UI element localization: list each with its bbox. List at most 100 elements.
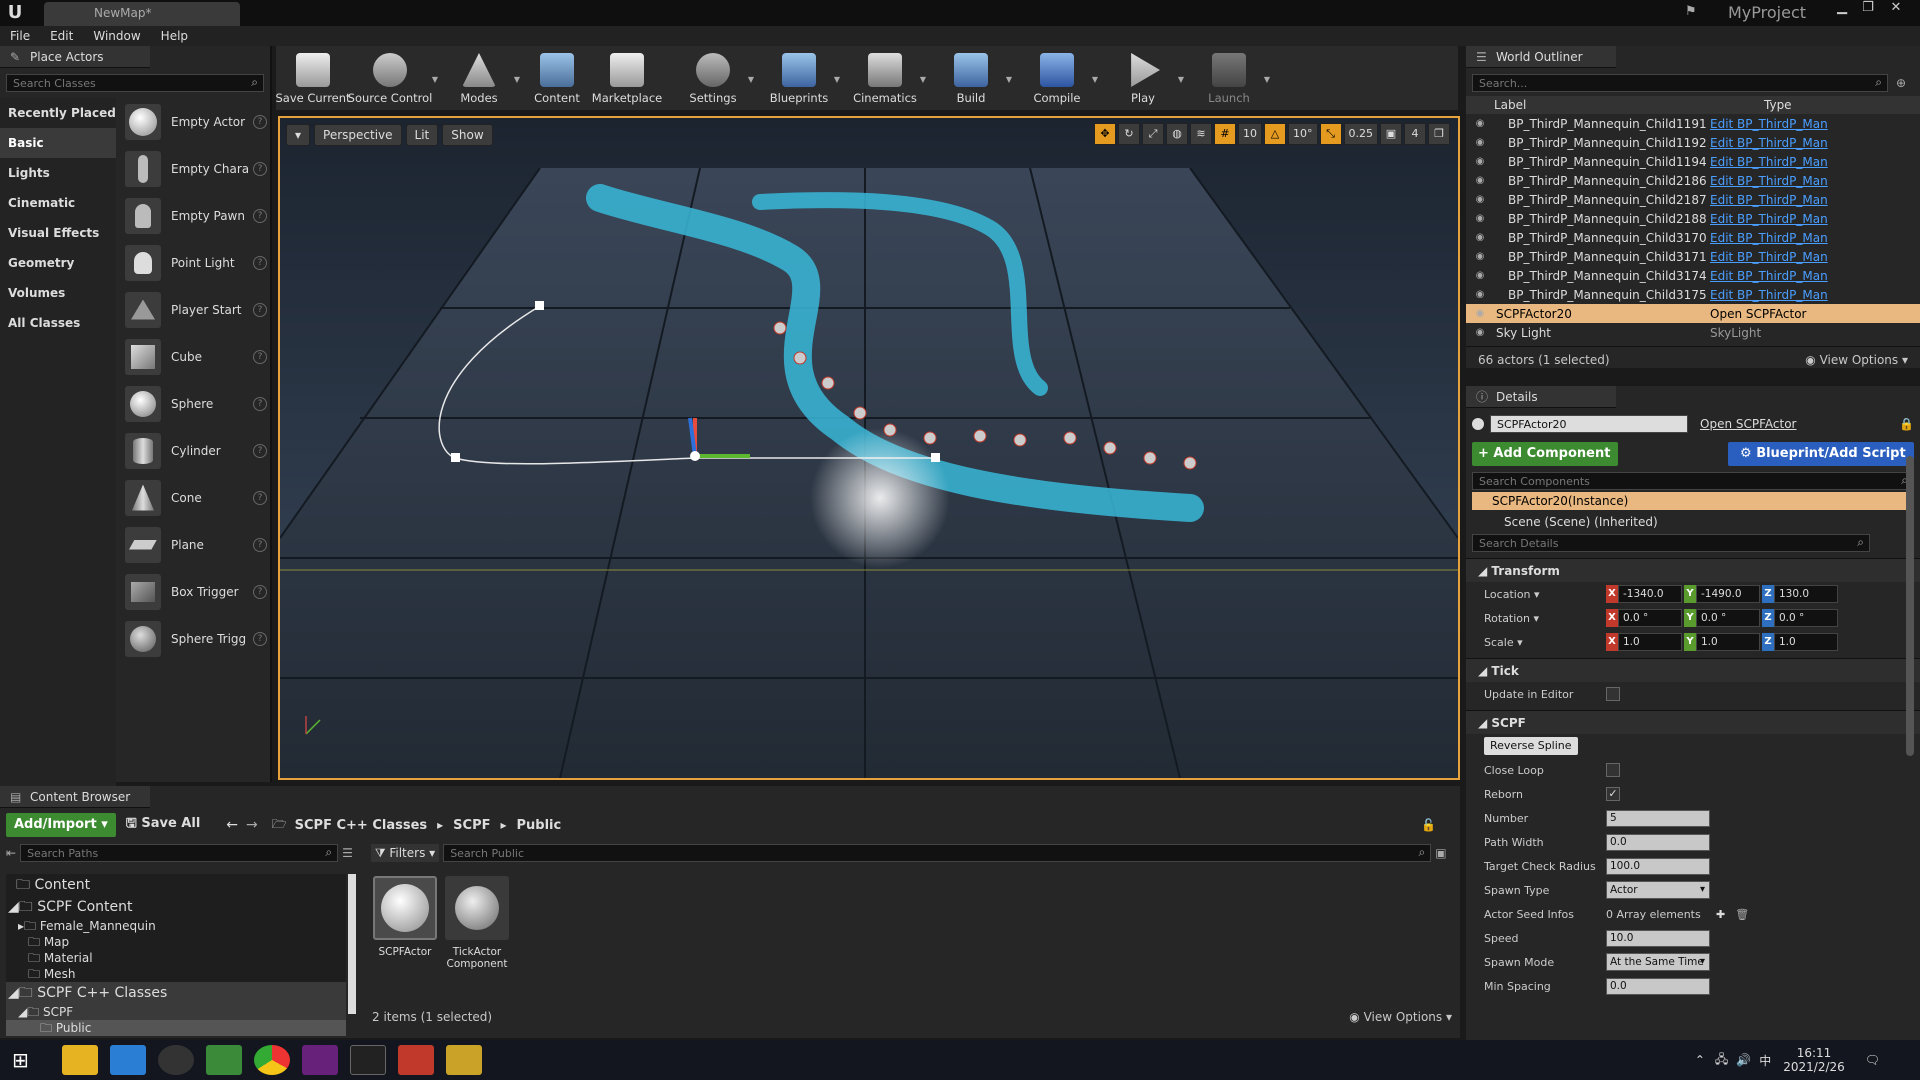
row-type-link[interactable]: Edit BP_ThirdP_Man [1710, 136, 1830, 150]
camera-speed-value[interactable]: 4 [1404, 123, 1426, 145]
outliner-row[interactable]: ◉ BP_ThirdP_Mannequin_Child2188 Edit BP_Th… [1466, 209, 1920, 228]
eye-icon[interactable]: ◉ [1472, 213, 1488, 224]
notepad-icon[interactable] [206, 1045, 242, 1075]
maximize-icon[interactable]: ❐ [1856, 0, 1880, 18]
add-element-icon[interactable]: ✚ [1716, 908, 1725, 921]
category-basic[interactable]: Basic [0, 128, 116, 158]
col-type[interactable]: Type [1764, 98, 1792, 112]
translate-icon[interactable]: ✥ [1094, 123, 1116, 145]
save-current-button[interactable]: Save Current [275, 47, 351, 109]
transform-section[interactable]: ◢ Transform [1466, 558, 1920, 582]
add-import-button[interactable]: Add/Import ▾ [6, 813, 116, 837]
help-icon[interactable]: ? [253, 631, 267, 646]
compile-button[interactable]: Compile ▼ [1022, 47, 1098, 109]
eye-icon[interactable]: ◉ [1472, 175, 1488, 186]
scpf-section[interactable]: ◢ SCPF [1466, 710, 1920, 734]
blueprints-button[interactable]: Blueprints ▼ [764, 47, 840, 109]
actor-item[interactable]: Plane? [118, 521, 270, 568]
actor-item[interactable]: Cylinder? [118, 427, 270, 474]
category-visual-effects[interactable]: Visual Effects [0, 218, 116, 248]
speaker-icon[interactable]: 🔊 [1736, 1053, 1751, 1067]
tree-item-content[interactable]: 🗀 Content [6, 874, 346, 896]
actor-item[interactable]: Cube? [118, 333, 270, 380]
eye-icon[interactable]: ◉ [1472, 308, 1488, 319]
scale-z-field[interactable]: 1.0 [1774, 633, 1838, 651]
cinematics-button[interactable]: Cinematics ▼ [850, 47, 926, 109]
breadcrumb-scpf[interactable]: SCPF [453, 818, 490, 833]
tree-item-mesh[interactable]: 🗀 Mesh [6, 966, 346, 982]
scale-icon[interactable]: ⤢ [1142, 123, 1164, 145]
reborn-checkbox[interactable]: ✓ [1606, 787, 1620, 801]
outliner-row[interactable]: ◉ Sky Light SkyLight [1466, 323, 1920, 342]
row-type-link[interactable]: Edit BP_ThirdP_Man [1710, 193, 1830, 207]
help-icon[interactable]: ? [253, 255, 267, 270]
row-type-link[interactable]: Edit BP_ThirdP_Man [1710, 269, 1830, 283]
app-icon[interactable] [446, 1045, 482, 1075]
actor-item[interactable]: Point Light? [118, 239, 270, 286]
build-button[interactable]: Build ▼ [936, 47, 1012, 109]
row-type-link[interactable]: Edit BP_ThirdP_Man [1710, 174, 1830, 188]
help-icon[interactable]: ? [253, 114, 267, 129]
details-tab[interactable]: ⓘ Details [1466, 386, 1616, 408]
spawn-mode-dropdown[interactable]: At the Same Time [1606, 953, 1710, 971]
eye-icon[interactable]: ◉ [1472, 270, 1488, 281]
category-volumes[interactable]: Volumes [0, 278, 116, 308]
breadcrumb-public[interactable]: Public [517, 818, 562, 833]
content-browser-tab[interactable]: ▤ Content Browser [0, 786, 150, 808]
component-instance-row[interactable]: SCPFActor20(Instance) [1472, 492, 1914, 510]
eye-icon[interactable]: ◉ [1472, 327, 1488, 338]
actor-item[interactable]: Cone? [118, 474, 270, 521]
eye-icon[interactable]: ◉ [1472, 118, 1488, 129]
outliner-row[interactable]: ◉ BP_ThirdP_Mannequin_Child2186 Edit BP_Th… [1466, 171, 1920, 190]
reverse-spline-button[interactable]: Reverse Spline [1484, 737, 1578, 755]
menu-edit[interactable]: Edit [40, 26, 83, 46]
path-options-icon[interactable]: ☰ [342, 846, 353, 860]
speed-field[interactable]: 10.0 [1606, 929, 1710, 947]
unreal-engine-icon[interactable] [350, 1045, 386, 1075]
help-icon[interactable]: ? [253, 537, 267, 552]
eye-icon[interactable]: ◉ [1472, 289, 1488, 300]
rotation-snap-icon[interactable]: △ [1264, 123, 1286, 145]
search-public-input[interactable]: Search Public ⌕ [443, 844, 1432, 862]
file-explorer-icon[interactable] [62, 1045, 98, 1075]
save-search-icon[interactable]: ▣ [1435, 846, 1446, 860]
eye-icon[interactable]: ◉ [1472, 232, 1488, 243]
forward-icon[interactable]: → [246, 817, 258, 833]
outliner-search-input[interactable]: Search... ⌕ [1472, 74, 1888, 92]
back-icon[interactable]: ← [226, 817, 238, 833]
feedback-icon[interactable]: ⚑ [1685, 4, 1703, 20]
camera-speed-icon[interactable]: ▣ [1380, 123, 1402, 145]
category-lights[interactable]: Lights [0, 158, 116, 188]
row-type-link[interactable]: Edit BP_ThirdP_Man [1710, 250, 1830, 264]
search-details-input[interactable]: Search Details ⌕ [1472, 534, 1870, 552]
feishu-icon[interactable] [110, 1045, 146, 1075]
menu-window[interactable]: Window [83, 26, 150, 46]
menu-help[interactable]: Help [151, 26, 198, 46]
scale-snap-value[interactable]: 0.25 [1343, 123, 1378, 145]
rotate-icon[interactable]: ↻ [1118, 123, 1140, 145]
tree-item-female-mannequin[interactable]: ▸🗀 Female_Mannequin [6, 918, 346, 934]
notification-icon[interactable]: 🗨 [1865, 1053, 1880, 1067]
search-classes-input[interactable]: Search Classes ⌕ [6, 74, 264, 92]
outliner-add-icon[interactable]: ⊕ [1896, 76, 1906, 90]
path-width-field[interactable]: 0.0 [1606, 833, 1710, 851]
filters-button[interactable]: ⧩ Filters ▾ [370, 844, 440, 862]
eye-icon[interactable]: ◉ [1472, 194, 1488, 205]
scale-x-field[interactable]: 1.0 [1618, 633, 1682, 651]
office-icon[interactable] [398, 1045, 434, 1075]
help-icon[interactable]: ? [253, 208, 267, 223]
windows-start-icon[interactable]: ⊞ [12, 1045, 36, 1075]
lock-icon[interactable]: 🔒 [1899, 417, 1914, 431]
content-view-options[interactable]: ◉ View Options ▾ [1349, 1010, 1452, 1024]
maximize-viewport-icon[interactable]: ❐ [1428, 123, 1450, 145]
row-type-link[interactable]: Edit BP_ThirdP_Man [1710, 231, 1830, 245]
save-all-button[interactable]: 🖫 Save All [126, 814, 201, 836]
actor-item[interactable]: Box Trigger? [118, 568, 270, 615]
help-icon[interactable]: ? [253, 302, 267, 317]
outliner-row[interactable]: ◉ BP_ThirdP_Mannequin_Child1194 Edit BP_Th… [1466, 152, 1920, 171]
viewport-options-button[interactable]: ▾ [286, 124, 311, 146]
rotation-y-field[interactable]: 0.0 ° [1696, 609, 1760, 627]
outliner-row[interactable]: ◉ BP_ThirdP_Mannequin_Child3171 Edit BP_Th… [1466, 247, 1920, 266]
outliner-row-selected[interactable]: ◉ SCPFActor20 Open SCPFActor [1466, 304, 1920, 323]
world-outliner-tab[interactable]: ☰ World Outliner [1466, 46, 1616, 68]
